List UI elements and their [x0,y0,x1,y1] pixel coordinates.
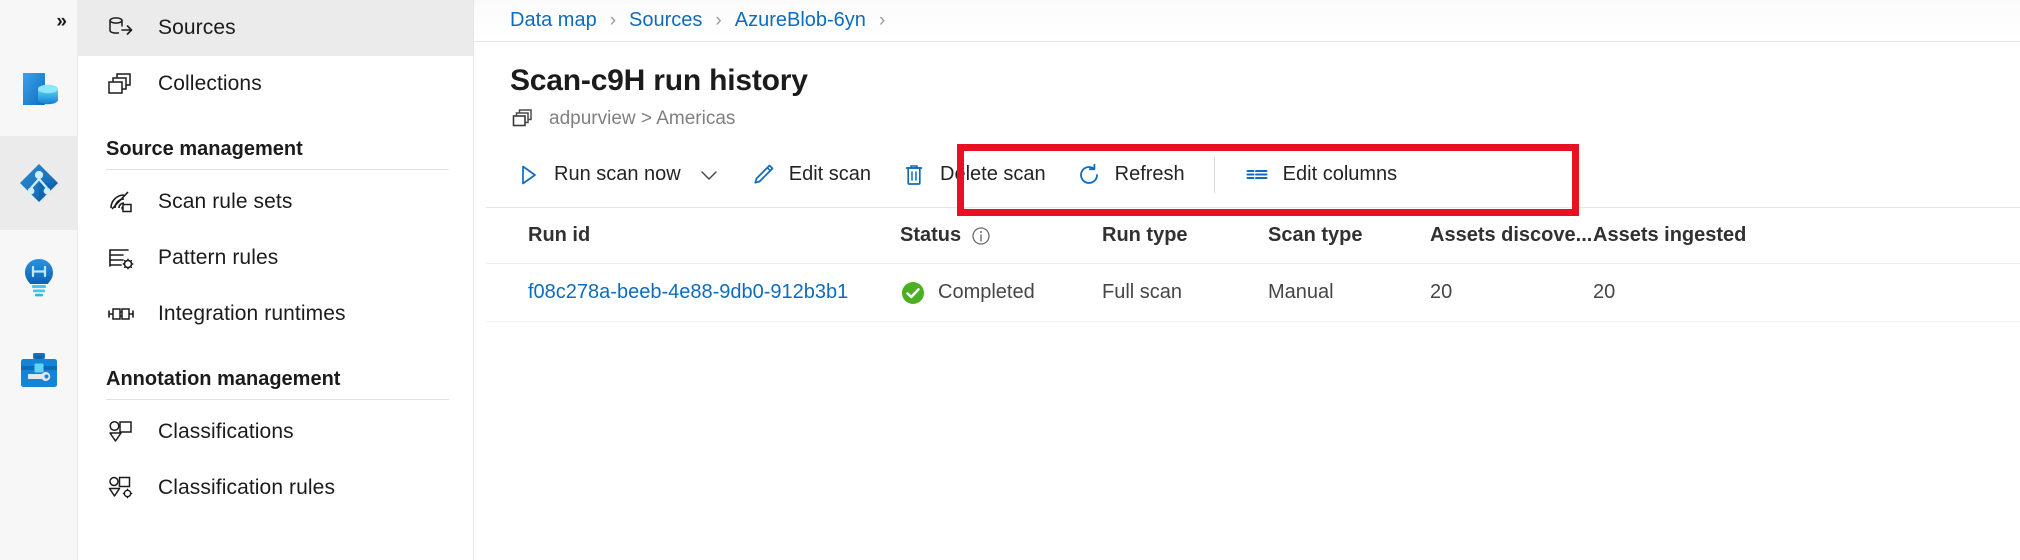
sidebar-item-label: Sources [158,16,236,40]
breadcrumb-item-data-map[interactable]: Data map [510,9,597,32]
sidebar-item-label: Classification rules [158,476,335,500]
nav-divider [106,169,449,170]
sidebar-item-collections[interactable]: Collections [78,56,473,112]
toolbox-icon [16,348,62,394]
sidebar-item-sources[interactable]: Sources [78,0,473,56]
command-bar-wrapper: Run scan now Edit scan [474,142,2020,208]
scan-rule-sets-icon [106,187,136,217]
collection-path: adpurview > Americas [510,106,2020,132]
table-header-row: Run id Status Run type Scan type Assets … [486,208,2020,264]
rail-item-management[interactable] [0,324,78,418]
page-title: Scan-c9H run history [510,64,2020,97]
page-header: Scan-c9H run history adpurview > America… [474,42,2020,132]
run-history-table: Run id Status Run type Scan type Assets … [486,208,2020,322]
run-scan-now-button[interactable]: Run scan now [500,149,735,201]
column-header-assets-ingested[interactable]: Assets ingested [1593,224,1853,247]
status-text: Completed [938,281,1035,304]
sidebar-item-classification-rules[interactable]: Classification rules [78,460,473,516]
edit-columns-icon [1244,162,1270,188]
icon-rail: » [0,0,78,560]
column-header-scan-type[interactable]: Scan type [1268,224,1430,247]
expand-nav-chevron-icon[interactable]: » [56,12,65,31]
sidebar-item-pattern-rules[interactable]: Pattern rules [78,230,473,286]
classification-rules-icon [106,473,136,503]
collection-path-text: adpurview > Americas [549,108,735,130]
breadcrumb-separator-icon: › [879,10,885,32]
pencil-icon [750,162,776,188]
refresh-label: Refresh [1115,163,1185,186]
source-icon [106,13,136,43]
main-content: Data map › Sources › AzureBlob-6yn › Sca… [474,0,2020,560]
delete-scan-label: Delete scan [940,163,1046,186]
run-id-link[interactable]: f08c278a-beeb-4e88-9db0-912b3b1 [528,281,848,304]
sidebar-item-label: Scan rule sets [158,190,292,214]
run-scan-now-label: Run scan now [554,163,681,186]
breadcrumb-item-azureblob-6yn[interactable]: AzureBlob-6yn [735,9,866,32]
data-map-icon [16,160,62,206]
delete-scan-button[interactable]: Delete scan [886,149,1061,201]
column-header-run-id[interactable]: Run id [528,224,900,247]
info-icon[interactable] [971,226,991,246]
refresh-button[interactable]: Refresh [1061,149,1200,201]
breadcrumb-separator-icon: › [715,10,721,32]
breadcrumb-separator-icon: › [610,10,616,32]
column-header-assets-discovered[interactable]: Assets discove... [1430,224,1593,247]
collections-icon [106,69,136,99]
nav-group-annotation-management: Annotation management [78,342,473,399]
cell-run-id[interactable]: f08c278a-beeb-4e88-9db0-912b3b1 [528,281,900,304]
refresh-icon [1076,162,1102,188]
sidebar-item-label: Integration runtimes [158,302,346,326]
classifications-icon [106,417,136,447]
sidebar-item-classifications[interactable]: Classifications [78,404,473,460]
pattern-rules-icon [106,243,136,273]
cell-scan-type: Manual [1268,281,1430,304]
breadcrumb-item-sources[interactable]: Sources [629,9,702,32]
table-row[interactable]: f08c278a-beeb-4e88-9db0-912b3b1 Complete… [486,264,2020,322]
command-bar-divider [1214,157,1215,193]
integration-runtimes-icon [106,299,136,329]
edit-scan-label: Edit scan [789,163,871,186]
cell-assets-discovered: 20 [1430,281,1593,304]
breadcrumb: Data map › Sources › AzureBlob-6yn › [474,0,2020,42]
command-bar: Run scan now Edit scan [486,142,2020,208]
secondary-nav: Sources Collections Source management Sc… [78,0,474,560]
column-header-status-label: Status [900,224,961,247]
column-header-run-type[interactable]: Run type [1102,224,1268,247]
check-circle-icon [900,280,926,306]
edit-columns-button[interactable]: Edit columns [1229,149,1413,201]
nav-divider [106,399,449,400]
cell-assets-ingested: 20 [1593,281,1853,304]
purview-scan-run-history-page: » [0,0,2020,560]
cell-run-type: Full scan [1102,281,1268,304]
sidebar-item-integration-runtimes[interactable]: Integration runtimes [78,286,473,342]
sidebar-item-scan-rule-sets[interactable]: Scan rule sets [78,174,473,230]
chevron-down-icon[interactable] [698,164,720,186]
rail-expand-row: » [0,0,77,42]
play-icon [515,162,541,188]
nav-group-source-management: Source management [78,112,473,169]
sidebar-item-label: Pattern rules [158,246,278,270]
data-catalog-icon [16,66,62,112]
sidebar-item-label: Classifications [158,420,294,444]
sidebar-item-label: Collections [158,72,262,96]
rail-item-data-catalog[interactable] [0,42,78,136]
edit-scan-button[interactable]: Edit scan [735,149,886,201]
rail-item-data-insights[interactable] [0,230,78,324]
collections-icon [510,106,536,132]
column-header-status[interactable]: Status [900,224,1102,247]
cell-status: Completed [900,280,1102,306]
rail-item-data-map[interactable] [0,136,78,230]
lightbulb-icon [16,254,62,300]
trash-icon [901,162,927,188]
edit-columns-label: Edit columns [1283,163,1398,186]
